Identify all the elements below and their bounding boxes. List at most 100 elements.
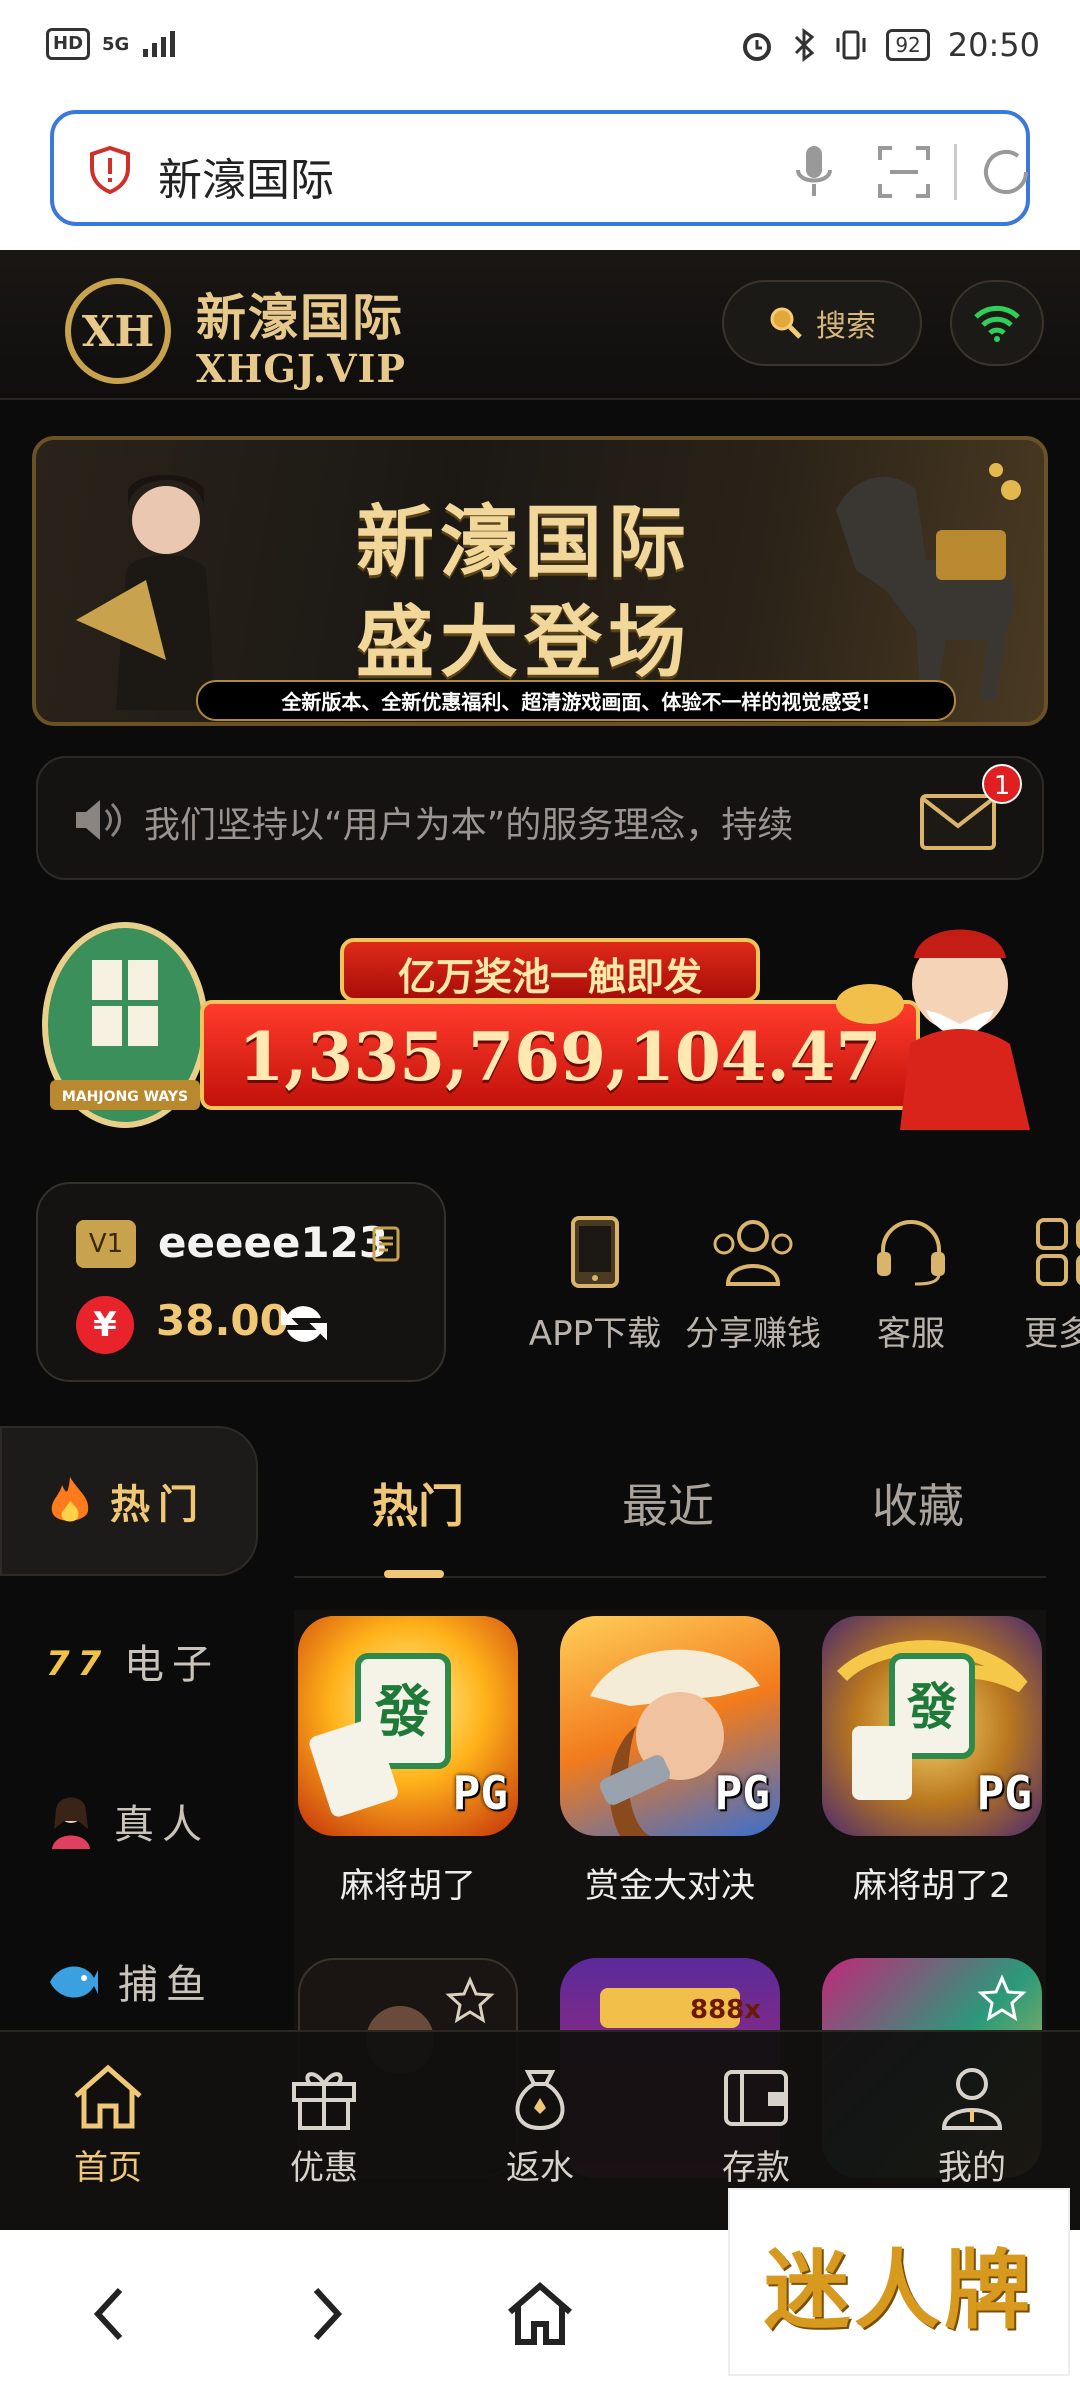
sidebar-item-live[interactable]: 真人 (0, 1746, 258, 1896)
search-button[interactable]: 搜索 (722, 280, 922, 366)
game-tabs: 热门 最近 收藏 (294, 1426, 1046, 1578)
banner-subline: 全新版本、全新优惠福利、超清游戏画面、体验不一样的视觉感受! (196, 680, 956, 721)
provider-badge: PG (976, 1766, 1032, 1820)
nav-label: 存款 (722, 2148, 790, 2188)
quick-action-app-download[interactable]: APP下载 (520, 1216, 670, 1355)
tab-favorites[interactable]: 收藏 (872, 1470, 964, 1536)
quick-action-share[interactable]: 分享赚钱 (678, 1216, 828, 1355)
web-page: XH 新濠国际 XHGJ.VIP 搜索 新濠国际 盛大登场 全新版本、全新优惠福… (0, 250, 1080, 2235)
vip-level-badge[interactable]: V1 (76, 1220, 136, 1268)
address-separator (954, 144, 957, 200)
jackpot-game-caption: MAHJONG WAYS (62, 1089, 188, 1105)
fortune-god-illustration (836, 929, 1030, 1130)
tab-recent[interactable]: 最近 (622, 1470, 714, 1536)
sidebar-item-label: 真人 (114, 1802, 210, 1848)
jackpot-banner[interactable]: MAHJONG WAYS 亿万奖池一触即发 1,335,769,104.47 (30, 910, 1054, 1130)
provider-badge: PG (714, 1766, 770, 1820)
wallet-balance: 38.00 (156, 1296, 289, 1345)
address-text[interactable]: 新濠国际 (158, 144, 334, 208)
wallet-icon (724, 2070, 788, 2126)
announcement-bar[interactable]: 我们坚持以“用户为本”的服务理念，持续 1 (36, 756, 1044, 880)
sidebar-item-label: 热门 (110, 1482, 206, 1528)
home-icon (74, 2064, 142, 2129)
people-icon (713, 1220, 793, 1286)
quick-action-label: APP下载 (528, 1314, 662, 1354)
fire-icon (51, 1477, 89, 1522)
watermark-logo: 迷人牌 (728, 2188, 1070, 2376)
bluetooth-icon (795, 28, 815, 62)
speaker-icon (76, 800, 121, 840)
alarm-icon (743, 33, 772, 61)
refresh-icon[interactable] (278, 1298, 330, 1350)
user-icon (941, 2068, 1003, 2130)
provider-badge: PG (452, 1766, 508, 1820)
game-card[interactable]: PG 赏金大对决 (560, 1616, 780, 1907)
site-header: XH 新濠国际 XHGJ.VIP 搜索 (0, 250, 1080, 400)
quick-action-label: 分享赚钱 (685, 1314, 821, 1354)
category-sidebar: 热门 777 电子 真人 捕鱼 (0, 1426, 260, 2008)
logo-badge-text: XH (82, 307, 154, 356)
headset-icon (877, 1220, 945, 1286)
search-label: 搜索 (816, 309, 876, 344)
slot-777-icon: 777 (46, 1644, 106, 1681)
banner-lady-illustration (76, 475, 216, 710)
home-icon[interactable] (500, 2274, 580, 2354)
banner-headline-1: 新濠国际 (356, 497, 693, 588)
quick-action-label: 客服 (877, 1314, 945, 1354)
nav-home[interactable]: 首页 (28, 2062, 188, 2189)
shield-icon[interactable] (88, 146, 132, 194)
currency-icon: ¥ (76, 1296, 134, 1354)
sidebar-item-label: 捕鱼 (118, 1962, 214, 2008)
microphone-icon[interactable] (794, 144, 834, 200)
mail-icon[interactable] (918, 788, 998, 852)
logo-wordmark[interactable]: 新濠国际 XHGJ.VIP (196, 278, 406, 391)
reload-icon[interactable] (978, 144, 1034, 200)
game-thumbnail: 發 PG (822, 1616, 1042, 1836)
copy-icon[interactable] (372, 1226, 400, 1262)
battery-level: 92 (886, 29, 930, 61)
quick-action-support[interactable]: 客服 (836, 1216, 986, 1355)
tab-hot[interactable]: 热门 (372, 1470, 464, 1536)
forward-icon[interactable] (286, 2274, 366, 2354)
quick-action-label: 更多 (1024, 1314, 1080, 1354)
game-card[interactable]: 發 PG 麻将胡了2 (822, 1616, 1042, 1907)
quick-action-more[interactable]: 更多 (994, 1216, 1080, 1355)
hd-indicator: HD (46, 28, 91, 60)
browser-toolbar: 新濠国际 (0, 100, 1080, 250)
sidebar-item-slots[interactable]: 777 电子 (0, 1586, 258, 1736)
nav-rebate[interactable]: 返水 (460, 2062, 620, 2189)
nav-profile[interactable]: 我的 (892, 2062, 1052, 2189)
scan-icon[interactable] (878, 146, 930, 198)
mahjong-ways-icon: MAHJONG WAYS (42, 922, 208, 1128)
nav-promotions[interactable]: 优惠 (244, 2062, 404, 2189)
nav-deposit[interactable]: 存款 (676, 2062, 836, 2189)
search-icon (770, 307, 802, 339)
status-bar: HD 5G 92 20:50 (0, 0, 1080, 100)
watermark-text: 迷人牌 (764, 2239, 1034, 2341)
clock: 20:50 (947, 26, 1040, 64)
phone-icon (571, 1216, 619, 1288)
back-icon[interactable] (70, 2274, 150, 2354)
game-name: 麻将胡了2 (853, 1866, 1011, 1906)
address-bar[interactable]: 新濠国际 (50, 110, 1030, 226)
jackpot-title: 亿万奖池一触即发 (397, 955, 702, 999)
sidebar-item-hot[interactable]: 热门 (0, 1426, 258, 1576)
grid-icon (1036, 1218, 1080, 1286)
network-status-button[interactable] (950, 280, 1044, 366)
laurel-logo-icon[interactable]: XH (48, 272, 188, 390)
promo-banner[interactable]: 新濠国际 盛大登场 全新版本、全新优惠福利、超清游戏画面、体验不一样的视觉感受! (32, 436, 1048, 726)
banner-horse-illustration (836, 463, 1021, 700)
mail-unread-badge: 1 (982, 764, 1022, 804)
announcement-text: 我们坚持以“用户为本”的服务理念，持续 (144, 805, 794, 846)
fish-icon (50, 1966, 98, 1998)
svg-text:發: 發 (906, 1678, 957, 1736)
game-name: 麻将胡了 (340, 1866, 476, 1906)
active-tab-indicator (384, 1570, 444, 1578)
nav-label: 首页 (74, 2148, 142, 2188)
jackpot-value: 1,335,769,104.47 (238, 1018, 882, 1096)
nav-label: 优惠 (290, 2148, 358, 2188)
network-type: 5G (102, 33, 130, 55)
svg-text:發: 發 (374, 1680, 431, 1745)
game-card[interactable]: 發 PG 麻将胡了 (298, 1616, 518, 1907)
dealer-icon (52, 1797, 90, 1849)
